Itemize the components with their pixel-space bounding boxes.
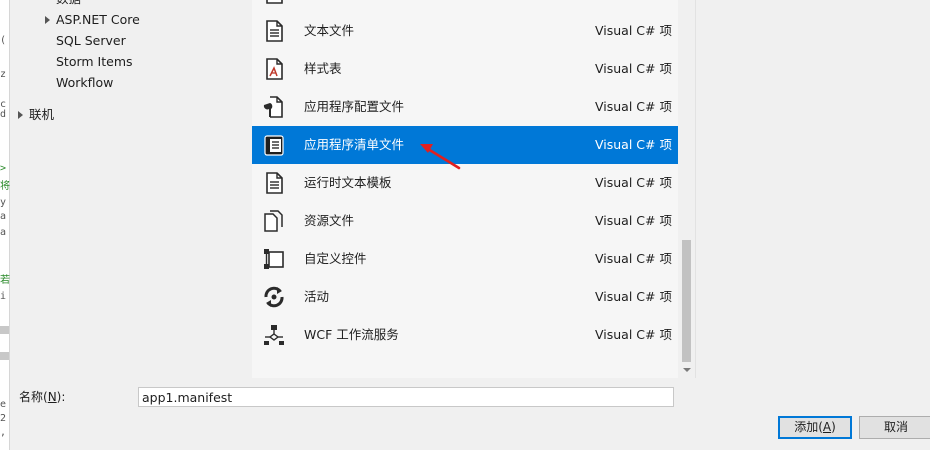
- editor-scroll-fragment: [0, 352, 9, 360]
- list-item-partial[interactable]: [252, 0, 678, 12]
- resource-file-icon: [264, 210, 283, 232]
- editor-fragment: i: [0, 291, 7, 302]
- tree-item-storm-items[interactable]: Storm Items: [56, 51, 133, 72]
- editor-scroll-fragment: [0, 326, 9, 334]
- item-name: 文本文件: [304, 23, 355, 38]
- editor-fragment: (: [0, 35, 7, 46]
- item-name: 应用程序配置文件: [304, 99, 405, 114]
- item-name: WCF 工作流服务: [304, 327, 399, 342]
- editor-fragment: ,: [0, 427, 7, 438]
- cancel-button[interactable]: 取消: [859, 416, 930, 439]
- editor-fragment: y: [0, 197, 7, 208]
- name-field-label: 名称(N):: [19, 389, 65, 405]
- file-icon: [266, 0, 283, 4]
- label-text: ):: [56, 390, 66, 404]
- editor-fragment: d: [0, 109, 7, 120]
- tree-item-label: Workflow: [56, 75, 114, 90]
- label-text: 名称(: [19, 390, 48, 404]
- item-name: 活动: [304, 289, 330, 304]
- app-config-icon: [263, 96, 283, 118]
- list-item[interactable]: 运行时文本模板 Visual C# 项: [252, 164, 678, 202]
- list-item[interactable]: 活动 Visual C# 项: [252, 278, 678, 316]
- tree-item-label: ASP.NET Core: [56, 12, 140, 27]
- text-file-icon: [266, 20, 283, 42]
- item-kind: Visual C# 项: [595, 327, 672, 342]
- editor-fragment: 将: [0, 181, 10, 192]
- list-item-selected[interactable]: 应用程序清单文件 Visual C# 项: [252, 126, 678, 164]
- expand-arrow-icon[interactable]: [18, 111, 23, 119]
- wcf-workflow-icon: [264, 325, 284, 345]
- editor-fragment: >: [0, 163, 7, 174]
- tree-item-label: 数据: [56, 0, 81, 6]
- list-item[interactable]: 文本文件 Visual C# 项: [252, 12, 678, 50]
- item-name: 自定义控件: [304, 251, 367, 266]
- item-kind: Visual C# 项: [595, 137, 672, 152]
- tree-item-aspnet-core[interactable]: ASP.NET Core: [45, 9, 140, 30]
- scroll-down-arrow-icon[interactable]: [683, 368, 691, 372]
- manifest-icon: [264, 135, 284, 156]
- label-accesskey: N: [47, 390, 57, 404]
- item-kind: Visual C# 项: [595, 175, 672, 190]
- item-kind: Visual C# 项: [595, 99, 672, 114]
- item-name: 资源文件: [304, 213, 355, 228]
- button-label: ): [831, 420, 836, 434]
- template-list[interactable]: 文本文件 Visual C# 项 样式表 Visual C# 项 应用程序配置文…: [252, 0, 678, 378]
- editor-fragment: e: [0, 399, 7, 410]
- tree-item-online[interactable]: 联机: [18, 104, 55, 125]
- list-scrollbar[interactable]: [678, 0, 695, 378]
- button-label: 取消: [883, 420, 908, 434]
- tree-item-label: Storm Items: [56, 54, 133, 69]
- scrollbar-thumb[interactable]: [682, 240, 691, 362]
- item-kind: Visual C# 项: [595, 23, 672, 38]
- button-label: 添加(: [794, 420, 823, 434]
- item-kind: Visual C# 项: [595, 251, 672, 266]
- activity-icon: [264, 286, 284, 308]
- editor-fragment: 若: [0, 275, 10, 286]
- tree-item-label: SQL Server: [56, 33, 126, 48]
- editor-fragment: z: [0, 69, 7, 80]
- list-item[interactable]: 样式表 Visual C# 项: [252, 50, 678, 88]
- item-name: 应用程序清单文件: [304, 137, 405, 152]
- button-accesskey: A: [822, 420, 832, 434]
- editor-fragment: a: [0, 211, 7, 222]
- item-name: 运行时文本模板: [304, 175, 392, 190]
- tree-item-data[interactable]: 数据: [56, 0, 81, 9]
- tree-item-workflow[interactable]: Workflow: [56, 72, 113, 93]
- editor-background-strip: ( z c d > 将 y a a 若 i e 2 ,: [0, 0, 10, 450]
- file-name-input[interactable]: [138, 387, 674, 407]
- list-item[interactable]: WCF 工作流服务 Visual C# 项: [252, 316, 678, 354]
- editor-fragment: a: [0, 227, 7, 238]
- stylesheet-icon: [266, 58, 283, 80]
- template-category-tree[interactable]: 数据 ASP.NET Core SQL Server Storm Items W…: [10, 0, 252, 378]
- item-name: 样式表: [304, 61, 342, 76]
- tree-item-label: 联机: [29, 107, 55, 122]
- list-item[interactable]: 资源文件 Visual C# 项: [252, 202, 678, 240]
- list-item[interactable]: 应用程序配置文件 Visual C# 项: [252, 88, 678, 126]
- add-button[interactable]: 添加(A): [778, 416, 852, 439]
- item-kind: Visual C# 项: [595, 213, 672, 228]
- details-pane: [695, 0, 930, 378]
- tree-item-sql-server[interactable]: SQL Server: [56, 30, 126, 51]
- custom-control-icon: [264, 249, 284, 269]
- expand-arrow-icon[interactable]: [45, 16, 50, 24]
- text-template-icon: [266, 172, 283, 194]
- item-kind: Visual C# 项: [595, 61, 672, 76]
- list-item[interactable]: 自定义控件 Visual C# 项: [252, 240, 678, 278]
- editor-fragment: 2: [0, 413, 7, 424]
- item-kind: Visual C# 项: [595, 289, 672, 304]
